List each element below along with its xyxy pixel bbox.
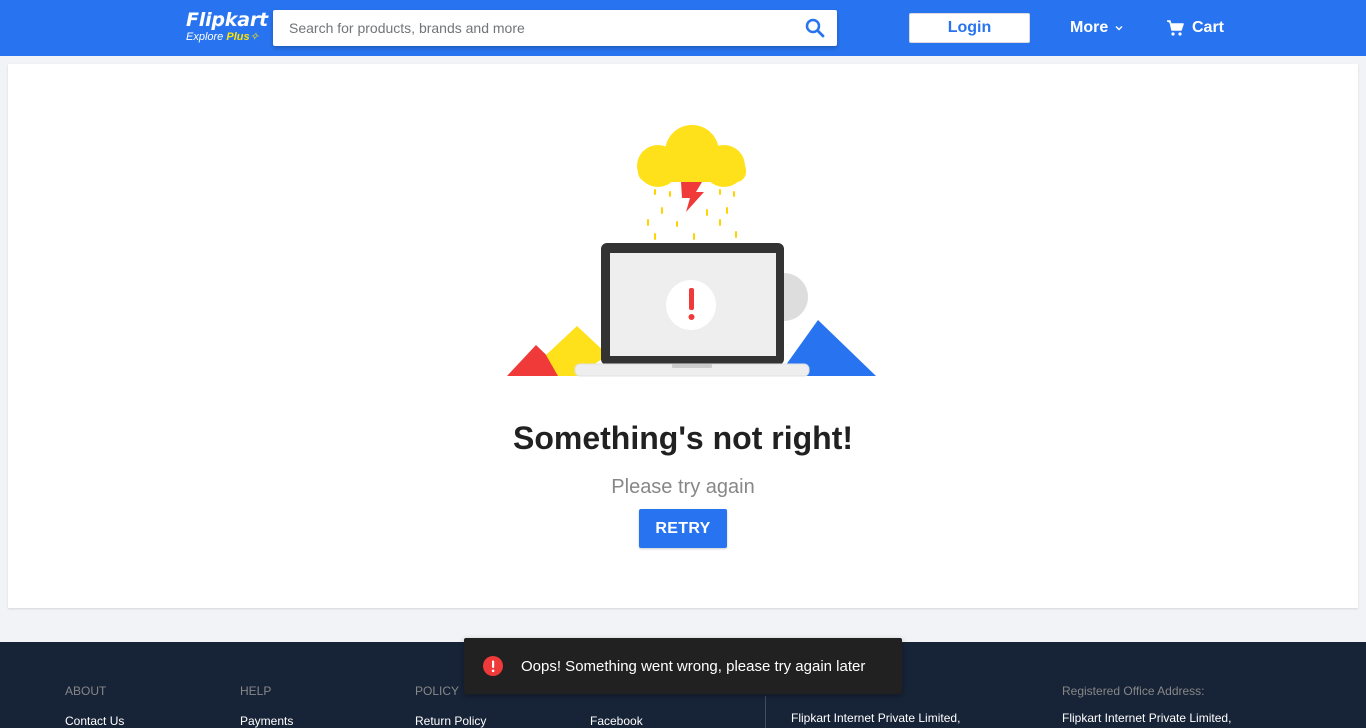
cart-icon [1167,20,1184,36]
error-illustration [507,125,876,377]
error-title: Something's not right! [512,420,853,456]
footer-heading-help: HELP [240,684,272,698]
more-menu[interactable]: More [1070,17,1124,39]
search-input[interactable] [273,10,793,46]
retry-button[interactable]: RETRY [639,509,727,548]
error-toast: Oops! Something went wrong, please try a… [464,638,902,694]
more-label: More [1070,19,1109,36]
footer-link-contact-us[interactable]: Contact Us [65,714,124,728]
flipkart-logo[interactable]: Flipkart Explore Plus✧ [186,9,268,45]
footer-column-help: HELP Payments [240,684,293,728]
toast-message: Oops! Something went wrong, please try a… [521,657,866,675]
cart-link[interactable]: Cart [1166,17,1224,39]
alert-icon [483,656,503,676]
top-header: Flipkart Explore Plus✧ Login More Cart [0,0,1366,56]
registered-office-heading: Registered Office Address: [1062,684,1205,698]
lightning-icon [681,182,704,212]
error-subtitle: Please try again [611,476,755,498]
logo-explore-text: Explore [186,31,224,43]
footer-link-return-policy[interactable]: Return Policy [415,714,486,728]
plus-star-icon: ✧ [249,31,259,43]
mail-us-address-line: Flipkart Internet Private Limited, [791,711,961,725]
logo-wordmark: Flipkart [186,9,268,31]
footer-heading-about: ABOUT [65,684,107,698]
error-panel: Something's not right! Please try again … [8,64,1358,608]
search-bar [273,10,837,46]
footer-column-about: ABOUT Contact Us [65,684,124,728]
login-button[interactable]: Login [909,13,1030,43]
logo-plus-text: Plus [226,31,250,43]
registered-office-address-line: Flipkart Internet Private Limited, [1062,711,1232,725]
storm-cloud-icon [637,125,746,187]
footer-divider [765,696,766,728]
logo-tagline: Explore Plus✧ [186,31,266,43]
chevron-down-icon [1115,26,1123,31]
cart-label: Cart [1192,19,1225,36]
footer-link-payments[interactable]: Payments [240,714,293,728]
footer-link-facebook[interactable]: Facebook [590,714,643,728]
search-icon[interactable] [805,18,825,38]
